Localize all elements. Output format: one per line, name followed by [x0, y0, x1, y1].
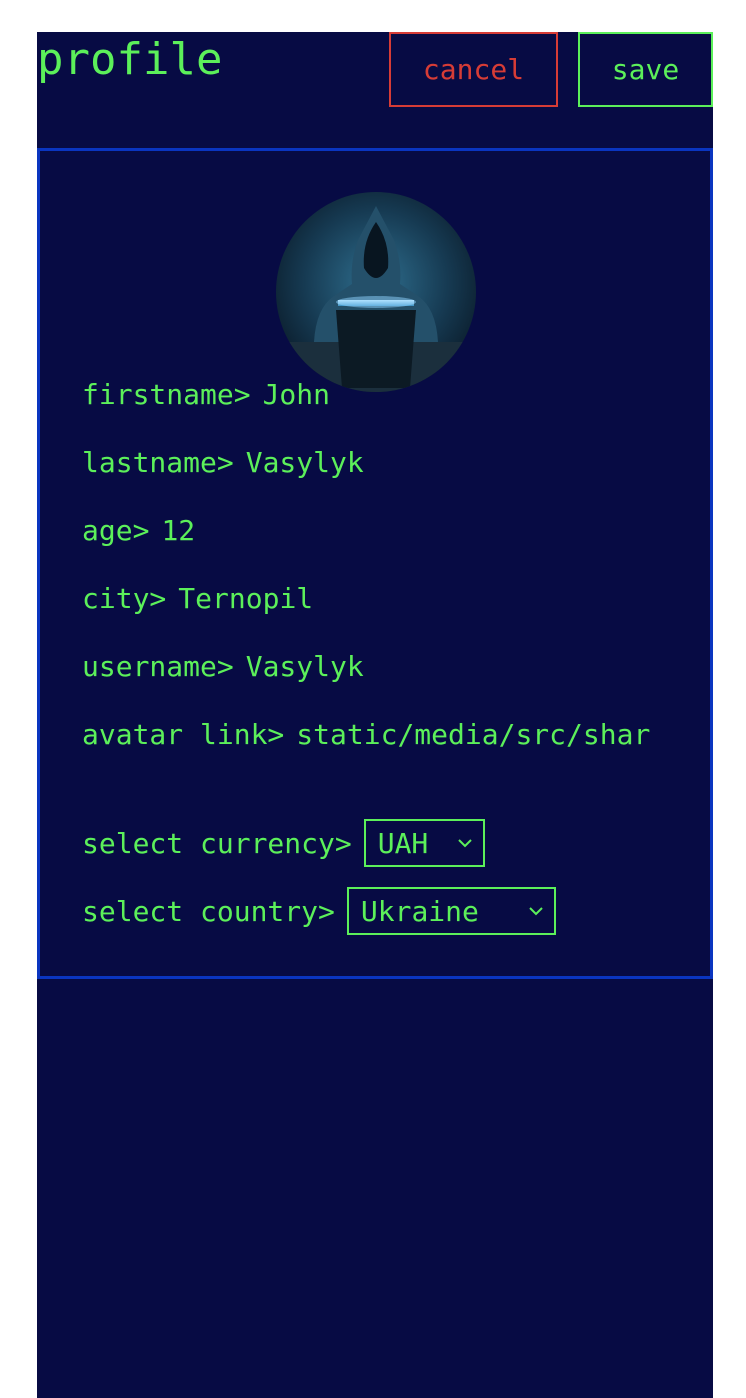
field-city: city> Ternopil: [82, 578, 313, 618]
username-label: username>: [82, 649, 234, 683]
field-firstname: firstname> John: [82, 374, 330, 414]
field-currency: select currency> UAH: [82, 819, 485, 867]
age-label: age>: [82, 513, 150, 547]
avatar-link-value[interactable]: static/media/src/shar: [296, 718, 650, 751]
city-value[interactable]: Ternopil: [178, 582, 313, 615]
chevron-down-icon: [529, 907, 543, 916]
firstname-label: firstname>: [82, 377, 251, 411]
field-age: age> 12: [82, 510, 195, 550]
lastname-label: lastname>: [82, 445, 234, 479]
field-avatar-link: avatar link> static/media/src/shar: [82, 714, 711, 754]
field-username: username> Vasylyk: [82, 646, 364, 686]
country-label: select country>: [82, 894, 335, 928]
country-selected: Ukraine: [360, 894, 479, 928]
age-value[interactable]: 12: [161, 514, 195, 547]
chevron-down-icon: [458, 839, 472, 848]
currency-label: select currency>: [82, 826, 352, 860]
firstname-value[interactable]: John: [263, 378, 330, 411]
avatar-image: [276, 192, 476, 392]
currency-select[interactable]: UAH: [363, 819, 485, 867]
field-country: select country> Ukraine: [82, 887, 556, 935]
avatar: [276, 192, 476, 392]
country-select[interactable]: Ukraine: [346, 887, 556, 935]
page-title: profile: [37, 34, 223, 85]
avatar-link-label: avatar link>: [82, 717, 285, 751]
cancel-button[interactable]: cancel: [389, 32, 558, 107]
city-label: city>: [82, 581, 167, 615]
username-value[interactable]: Vasylyk: [246, 650, 364, 683]
profile-panel: profile cancel save firstname> John last…: [37, 32, 713, 1398]
save-button[interactable]: save: [578, 32, 713, 107]
profile-card: firstname> John lastname> Vasylyk age> 1…: [37, 148, 713, 979]
field-lastname: lastname> Vasylyk: [82, 442, 364, 482]
lastname-value[interactable]: Vasylyk: [246, 446, 364, 479]
currency-selected: UAH: [377, 826, 429, 860]
